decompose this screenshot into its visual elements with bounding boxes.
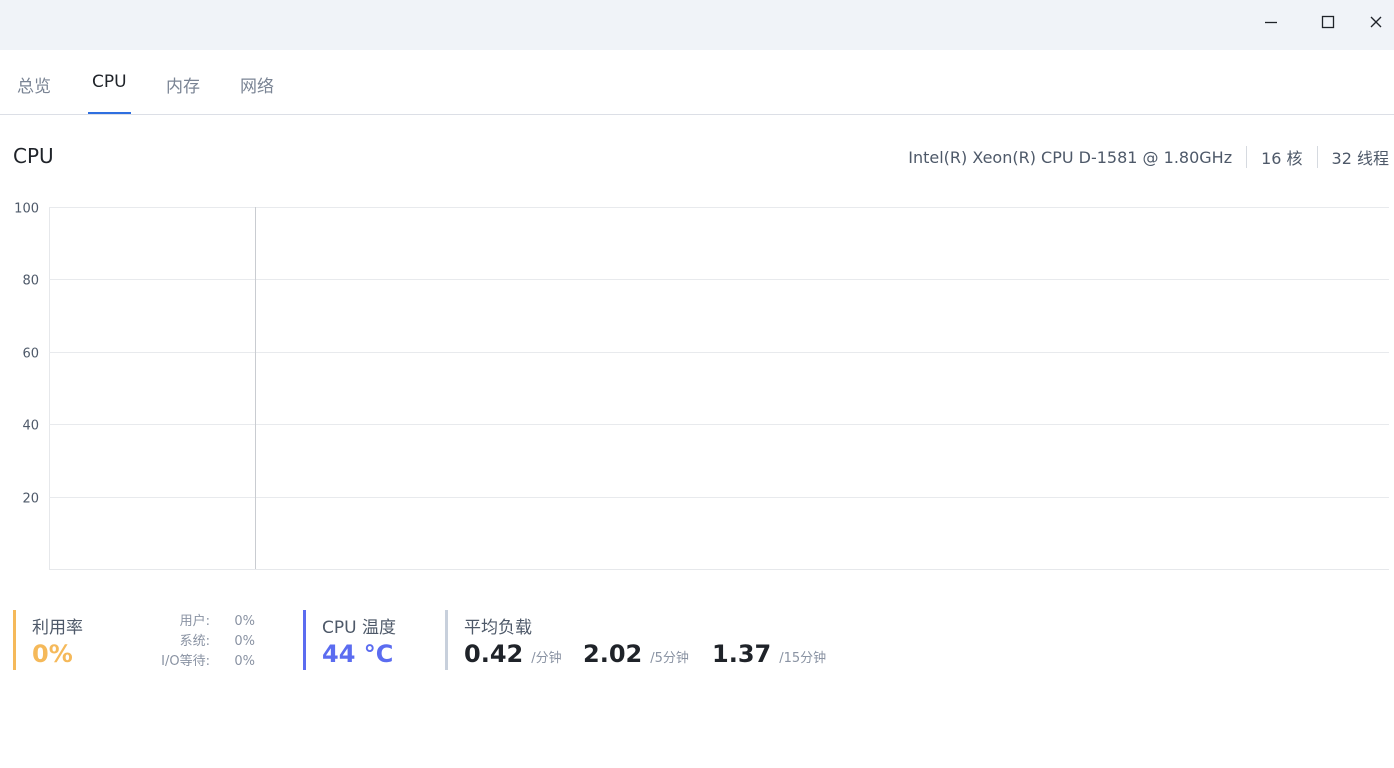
load-5min: 2.02 /5分钟 xyxy=(583,640,689,668)
cpu-info: Intel(R) Xeon(R) CPU D-1581 @ 1.80GHz 16… xyxy=(908,145,1389,169)
breakdown-row-user: 用户: 0% xyxy=(140,612,255,632)
maximize-button[interactable] xyxy=(1300,0,1356,44)
load-value: 0.42 xyxy=(464,640,524,668)
cpu-model: Intel(R) Xeon(R) CPU D-1581 @ 1.80GHz xyxy=(908,147,1233,167)
cpu-threads: 32 线程 xyxy=(1331,149,1389,168)
close-icon xyxy=(1370,16,1381,28)
load-accent-bar xyxy=(445,610,448,670)
chart-y-tick-label: 20 xyxy=(22,492,39,507)
chart-y-tick-label: 100 xyxy=(14,202,39,217)
load-value: 2.02 xyxy=(583,640,643,668)
tab-cpu[interactable]: CPU xyxy=(92,72,127,92)
temperature-value: 44 °C xyxy=(322,640,394,668)
title-bar xyxy=(0,0,1394,50)
cpu-cores: 16 核 xyxy=(1261,149,1303,168)
active-tab-indicator xyxy=(88,112,131,114)
load-value: 1.37 xyxy=(712,640,772,668)
breakdown-key: 用户: xyxy=(179,614,210,629)
breakdown-key: 系统: xyxy=(179,634,210,649)
breakdown-value: 0% xyxy=(234,614,255,629)
utilization-accent-bar xyxy=(13,610,16,670)
load-15min: 1.37 /15分钟 xyxy=(712,640,826,668)
maximize-icon xyxy=(1321,15,1335,29)
chart-y-tick-label: 40 xyxy=(22,419,39,434)
utilization-breakdown: 用户: 0% 系统: 0% I/O等待: 0% xyxy=(140,612,255,672)
divider xyxy=(1316,146,1318,168)
close-button[interactable] xyxy=(1357,0,1394,44)
minimize-button[interactable] xyxy=(1243,0,1299,44)
load-1min: 0.42 /分钟 xyxy=(464,640,562,668)
page-title: CPU xyxy=(13,144,54,168)
load-average-label: 平均负载 xyxy=(464,618,532,638)
temperature-accent-bar xyxy=(303,610,306,670)
tab-network[interactable]: 网络 xyxy=(240,72,274,97)
chart-y-tick-label: 60 xyxy=(22,347,39,362)
load-unit: /5分钟 xyxy=(650,651,689,666)
divider xyxy=(1246,146,1248,168)
load-unit: /分钟 xyxy=(531,651,562,666)
utilization-label: 利用率 xyxy=(32,618,83,638)
tab-overview[interactable]: 总览 xyxy=(17,72,51,97)
temperature-label: CPU 温度 xyxy=(322,618,396,638)
chart-y-tick-label: 80 xyxy=(22,274,39,289)
minimize-icon xyxy=(1265,21,1277,24)
breakdown-value: 0% xyxy=(234,634,255,649)
cpu-usage-chart[interactable]: 20 40 60 80 100 xyxy=(0,196,1394,576)
stats-panel: 利用率 0% 用户: 0% 系统: 0% I/O等待: 0% CPU 温度 44… xyxy=(0,608,1394,672)
breakdown-key: I/O等待: xyxy=(161,654,210,669)
tab-bar: 总览 CPU 内存 网络 xyxy=(0,50,1394,115)
load-unit: /15分钟 xyxy=(779,651,827,666)
utilization-value: 0% xyxy=(32,640,73,668)
breakdown-value: 0% xyxy=(234,654,255,669)
tab-memory[interactable]: 内存 xyxy=(166,72,200,97)
breakdown-row-system: 系统: 0% xyxy=(140,632,255,652)
breakdown-row-iowait: I/O等待: 0% xyxy=(140,652,255,672)
